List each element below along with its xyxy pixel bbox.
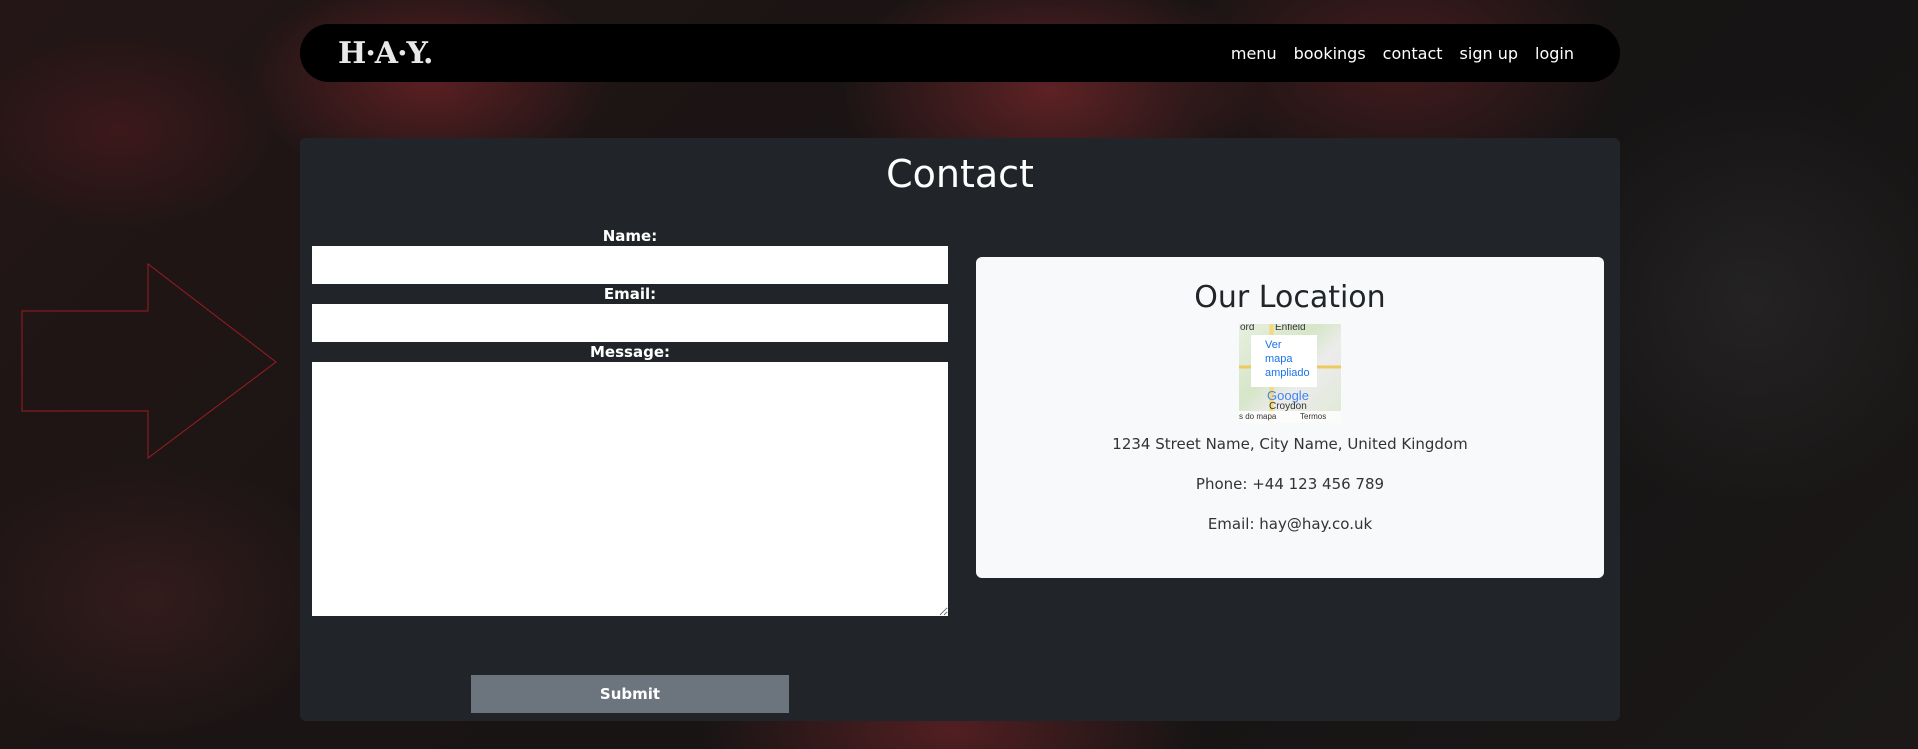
nav-link-bookings[interactable]: bookings [1294,44,1366,63]
email-input[interactable] [312,304,948,342]
nav-link-contact[interactable]: contact [1383,44,1443,63]
email-label: Email: [603,285,657,303]
address-text: 1234 Street Name, City Name, United King… [1112,435,1468,453]
view-larger-map-link[interactable]: Ver mapa ampliado [1251,335,1317,387]
contact-form: Name: Email: Message: Submit [312,226,948,713]
nav-link-login[interactable]: login [1535,44,1574,63]
name-label: Name: [602,227,658,245]
contact-card: Contact Name: Email: Message: Submit Our… [300,138,1620,721]
map-label-enfield: Enfield [1275,324,1306,333]
nav-links: menu bookings contact sign up login [1231,44,1574,63]
arrow-outline-decoration [21,262,277,459]
map-terms-link[interactable]: Termos [1300,412,1326,421]
message-textarea[interactable] [312,362,948,616]
map-footer: s do mapa Termos [1239,411,1341,423]
phone-text: Phone: +44 123 456 789 [1195,475,1385,493]
map-label-partial: ord [1240,324,1255,333]
navbar: H·A·Y. menu bookings contact sign up log… [300,24,1620,82]
location-panel: Our Location ord Enfield Ver mapa amplia… [976,257,1604,578]
hay-logo[interactable]: H·A·Y. [338,36,434,71]
submit-button[interactable]: Submit [471,675,789,713]
location-title: Our Location [1194,280,1386,315]
email-text: Email: hay@hay.co.uk [1207,515,1373,533]
page-title: Contact [886,152,1034,196]
nav-link-menu[interactable]: menu [1231,44,1277,63]
name-input[interactable] [312,246,948,284]
map-data-link[interactable]: s do mapa [1239,412,1276,421]
message-label: Message: [590,343,670,361]
nav-link-sign-up[interactable]: sign up [1460,44,1518,63]
map-embed[interactable]: ord Enfield Ver mapa ampliado Google Cro… [1239,324,1341,423]
